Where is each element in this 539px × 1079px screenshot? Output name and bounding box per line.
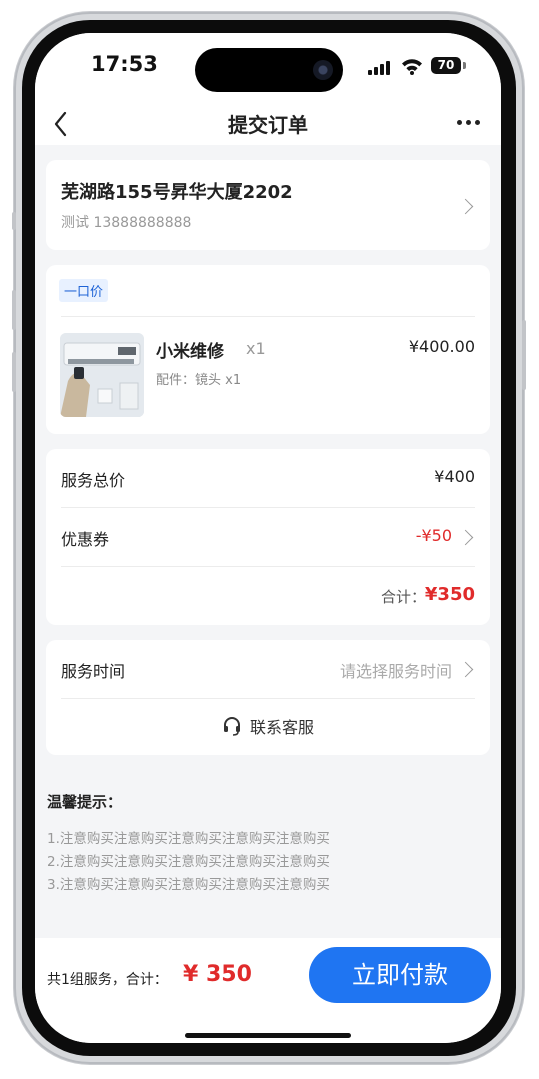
order-summary-text: 共1组服务，合计： — [47, 972, 168, 988]
volume-button — [12, 212, 16, 230]
product-image — [60, 333, 144, 417]
divider — [61, 316, 475, 317]
service-time-placeholder: 请选择服务时间 — [339, 662, 452, 681]
address-card[interactable]: 芜湖路155号昇华大厦2202 测试 13888888888 — [46, 160, 490, 250]
power-button — [522, 320, 526, 390]
product-price: ¥400.00 — [408, 337, 475, 356]
address-contact: 测试 13888888888 — [61, 215, 192, 231]
chevron-right-icon — [457, 661, 474, 678]
tips-line: 3.注意购买注意购买注意购买注意购买注意购买 — [47, 877, 330, 893]
divider — [61, 698, 475, 699]
wifi-icon — [402, 59, 422, 75]
volume-button — [12, 352, 16, 392]
battery-icon: 70 — [431, 57, 461, 74]
status-time: 17:53 — [91, 52, 158, 76]
battery-tip — [463, 62, 466, 69]
fixed-price-tag: 一口价 — [59, 279, 109, 302]
camera-icon — [313, 60, 333, 80]
contact-support-button[interactable]: 联系客服 — [46, 714, 490, 742]
checkout-bar: 共1组服务，合计： ¥ 350 立即付款 — [35, 938, 501, 1043]
address-line: 芜湖路155号昇华大厦2202 — [61, 182, 293, 203]
total-label: 合计： — [380, 588, 426, 606]
service-total-value: ¥400 — [434, 467, 475, 486]
service-time-label: 服务时间 — [61, 662, 126, 681]
pay-now-button[interactable]: 立即付款 — [309, 947, 491, 1003]
service-time-row[interactable]: 服务时间 请选择服务时间 — [46, 640, 490, 698]
product-name: 小米维修 — [156, 342, 224, 362]
headset-icon — [223, 717, 240, 736]
coupon-label: 优惠券 — [61, 530, 110, 549]
coupon-row[interactable]: 优惠券 -¥50 — [46, 508, 490, 566]
tips-line: 2.注意购买注意购买注意购买注意购买注意购买 — [47, 854, 330, 870]
divider — [61, 566, 475, 567]
app-screen: 17:53 70 提交订单 芜湖路155号昇华大厦2202 测试 1388888… — [35, 33, 501, 1043]
service-info-card: 服务时间 请选择服务时间 联系客服 — [46, 640, 490, 755]
order-item-card: 一口价 小米维修 x1 ¥400.00 配件：镜头 x1 — [46, 265, 490, 434]
order-total-amount: ¥ 350 — [183, 962, 252, 987]
tips-title: 温馨提示： — [47, 793, 123, 811]
nav-bar: 提交订单 — [35, 103, 501, 145]
chevron-right-icon — [457, 529, 474, 546]
coupon-value: -¥50 — [415, 526, 452, 545]
chevron-right-icon — [457, 198, 474, 215]
more-options-icon[interactable] — [457, 116, 481, 130]
product-parts: 配件：镜头 x1 — [156, 373, 242, 388]
status-bar: 17:53 70 — [35, 33, 501, 103]
dynamic-island — [195, 48, 343, 92]
price-summary-card: 服务总价 ¥400 优惠券 -¥50 合计： ¥350 — [46, 449, 490, 625]
service-total-label: 服务总价 — [61, 471, 126, 490]
product-quantity: x1 — [246, 339, 266, 358]
tips-line: 1.注意购买注意购买注意购买注意购买注意购买 — [47, 831, 330, 847]
total-value: ¥350 — [424, 584, 475, 605]
signal-icon — [368, 61, 394, 75]
page-title: 提交订单 — [228, 113, 308, 137]
volume-button — [12, 290, 16, 330]
home-indicator[interactable] — [185, 1033, 351, 1038]
contact-support-label: 联系客服 — [249, 718, 314, 737]
